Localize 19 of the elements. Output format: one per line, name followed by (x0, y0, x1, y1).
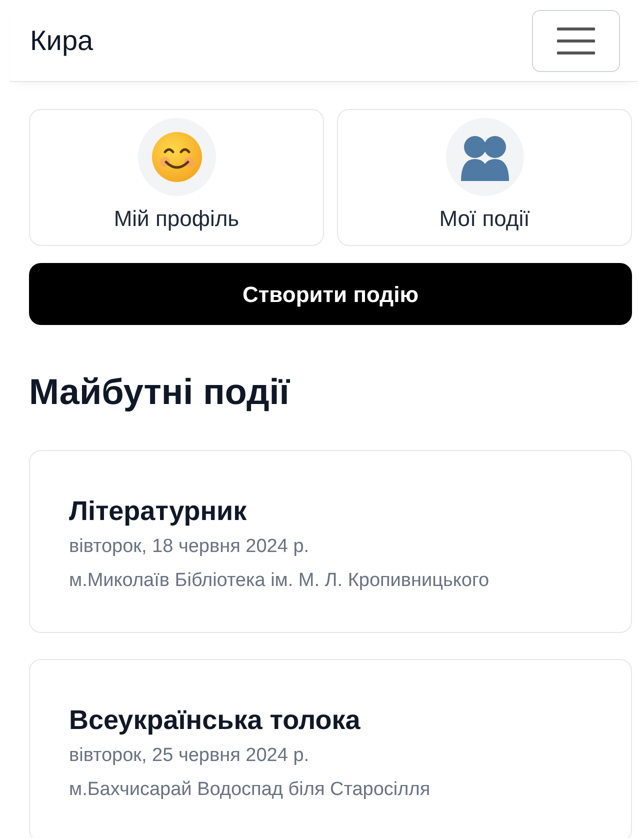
menu-icon (557, 26, 595, 54)
event-title: Всеукраїнська толока (69, 704, 362, 737)
nav-tile[interactable]: Мої події (337, 109, 632, 246)
event-card[interactable]: Літературник вівторок, 18 червня 2024 р. м.Миколаїв Бібліотека ім. М. Л. Кропивницького (29, 450, 632, 633)
event-date: вівторок, 18 червня 2024 р. (69, 534, 310, 559)
nav-tile[interactable]: Мій профіль (29, 109, 324, 246)
event-place: м.Миколаїв Бібліотека ім. М. Л. Кропивницького (69, 569, 490, 594)
menu-button[interactable] (532, 10, 620, 72)
event-date: вівторок, 25 червня 2024 р. (69, 744, 310, 768)
brand-name[interactable]: Кира (30, 20, 94, 62)
section-title: Майбутні події (29, 370, 291, 414)
tile-label: Мій профіль (114, 205, 240, 233)
create-event-button[interactable]: Створити подію (29, 263, 632, 325)
event-title: Літературник (69, 495, 248, 528)
people-icon (458, 133, 510, 181)
smiley-icon (150, 131, 202, 183)
event-card[interactable]: Всеукраїнська толока вівторок, 25 червня 2024 р. м.Бахчисарай Водоспад біля Старосілля (29, 658, 632, 838)
tile-label: Мої події (439, 205, 530, 233)
event-place: м.Бахчисарай Водоспад біля Старосілля (69, 778, 432, 802)
